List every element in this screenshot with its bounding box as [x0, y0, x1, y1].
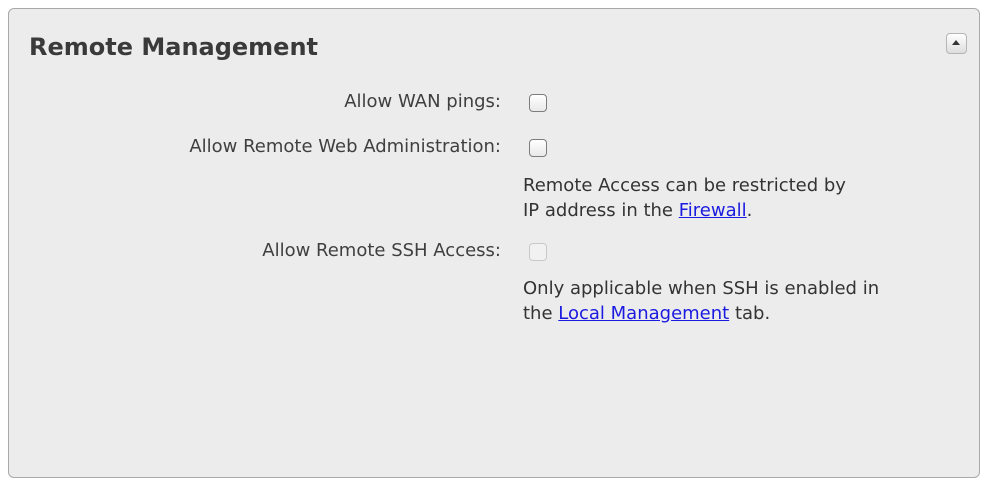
collapse-up-icon	[952, 40, 960, 45]
remote-web-admin-help: Remote Access can be restricted by IP ad…	[523, 173, 846, 223]
remote-ssh-help-line2: the Local Management tab.	[523, 301, 879, 326]
remote-management-panel: Remote Management Allow WAN pings: Allow…	[8, 8, 980, 478]
remote-web-admin-help-line1: Remote Access can be restricted by	[523, 175, 846, 196]
collapse-button[interactable]	[946, 33, 967, 54]
local-management-link[interactable]: Local Management	[558, 303, 729, 324]
remote-ssh-help-line1: Only applicable when SSH is enabled in	[523, 278, 880, 299]
remote-web-admin-help-suffix: .	[746, 200, 753, 221]
panel-title: Remote Management	[29, 33, 319, 61]
remote-web-admin-help-prefix: IP address in the	[523, 200, 679, 221]
remote-web-admin-label: Allow Remote Web Administration:	[189, 136, 501, 157]
wan-pings-checkbox[interactable]	[529, 94, 547, 112]
remote-ssh-label: Allow Remote SSH Access:	[262, 240, 501, 261]
remote-ssh-help-prefix: the	[523, 303, 559, 324]
remote-ssh-help: Only applicable when SSH is enabled in t…	[523, 276, 879, 326]
wan-pings-label: Allow WAN pings:	[344, 91, 501, 112]
remote-web-admin-help-line2: IP address in the Firewall.	[523, 198, 846, 223]
remote-web-admin-checkbox[interactable]	[529, 139, 547, 157]
remote-ssh-help-suffix: tab.	[729, 303, 771, 324]
remote-ssh-checkbox[interactable]	[529, 243, 547, 261]
firewall-link[interactable]: Firewall	[679, 200, 747, 221]
